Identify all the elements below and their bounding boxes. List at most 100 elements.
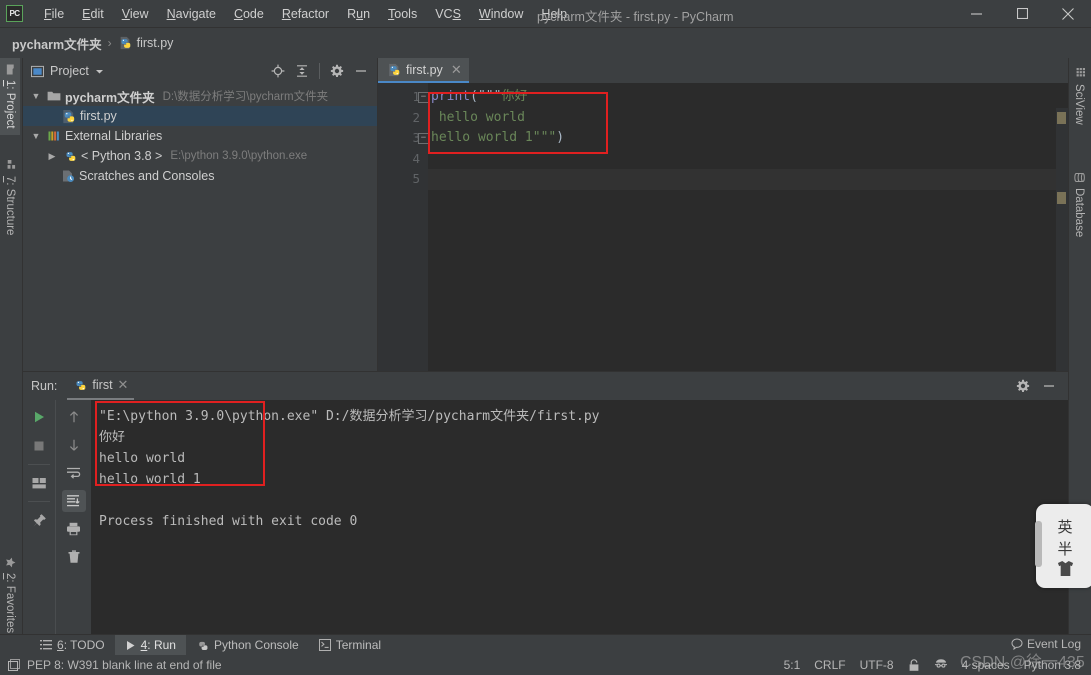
stop-icon[interactable] [27, 435, 51, 457]
tree-row[interactable]: first.py [23, 106, 377, 126]
up-arrow-icon[interactable] [62, 406, 86, 428]
chevron-down-icon[interactable]: ▼ [29, 91, 43, 101]
tree-row[interactable]: ▶ < Python 3.8 > E:\python 3.9.0\python.… [23, 146, 377, 166]
run-console-output[interactable]: "E:\python 3.9.0\python.exe" D:/数据分析学习/p… [91, 400, 1068, 640]
breadcrumb-project[interactable]: pycharm文件夹 [12, 34, 102, 53]
bottom-tab-label: 4: Run [140, 638, 176, 652]
panel-tools-divider [319, 63, 320, 79]
maximize-icon[interactable] [999, 0, 1045, 27]
trash-icon[interactable] [62, 546, 86, 568]
menu-file[interactable]: FFileile [35, 4, 73, 24]
minimize-icon[interactable] [953, 0, 999, 27]
sidebar-label-database: Database [1073, 188, 1085, 238]
menu-code[interactable]: Code [225, 4, 273, 24]
tree-row[interactable]: Scratches and Consoles [23, 166, 377, 186]
menu-view[interactable]: View [113, 4, 158, 24]
run-window-tools [1012, 375, 1068, 397]
sidebar-item-sciview[interactable]: SciView [1069, 62, 1089, 131]
menu-navigate[interactable]: Navigate [158, 4, 225, 24]
bottom-tab-todo[interactable]: 6: TODO [30, 635, 115, 656]
console-line: 你好 [99, 430, 126, 445]
project-panel-header: Project [23, 58, 377, 84]
down-arrow-icon[interactable] [62, 434, 86, 456]
sidebar-item-database[interactable]: Database [1069, 166, 1089, 243]
sidebar-item-favorites[interactable]: 2: Favorites [0, 551, 20, 639]
inspection-icon[interactable] [8, 658, 21, 672]
close-icon[interactable] [1045, 0, 1091, 27]
settings-gear-icon[interactable] [326, 60, 348, 82]
marker-warning[interactable] [1057, 192, 1066, 204]
structure-icon [5, 160, 16, 171]
rerun-icon[interactable] [27, 406, 51, 428]
menu-edit[interactable]: Edit [73, 4, 113, 24]
editor-gutter[interactable]: 1 2 3 4 5 − − [378, 83, 429, 371]
pin-icon[interactable] [27, 509, 51, 531]
ime-width-mode[interactable]: 半 [1057, 538, 1072, 559]
layout-icon[interactable] [27, 472, 51, 494]
shirt-icon[interactable] [1056, 560, 1075, 577]
run-tab-first[interactable]: first ✕ [67, 372, 135, 400]
code-viewport[interactable]: 1 2 3 4 5 − − print("""你好 hello world he… [378, 83, 1068, 396]
tree-sublabel: E:\python 3.9.0\python.exe [170, 150, 308, 162]
soft-wrap-icon[interactable] [62, 462, 86, 484]
pycharm-window: PC FFileile Edit View Navigate Code Refa… [0, 0, 1091, 675]
editor-tab-first-py[interactable]: first.py ✕ [378, 58, 469, 83]
bottom-tab-run[interactable]: 4: Run [114, 634, 186, 656]
chevron-down-icon[interactable] [95, 67, 104, 76]
code-string: hello world 1 [431, 130, 533, 145]
marker-warning[interactable] [1057, 112, 1066, 124]
bottom-tab-terminal[interactable]: Terminal [309, 635, 391, 656]
project-panel-title: Project [50, 64, 89, 78]
menu-vcs[interactable]: VCS [426, 4, 470, 24]
locate-target-icon[interactable] [267, 60, 289, 82]
menu-bar: FFileile Edit View Navigate Code Refacto… [35, 4, 576, 24]
status-message: PEP 8: W391 blank line at end of file [27, 658, 222, 672]
tree-row[interactable]: ▼ External Libraries [23, 126, 377, 146]
line-separator[interactable]: CRLF [814, 658, 845, 672]
hide-panel-icon[interactable] [1038, 375, 1060, 397]
run-window-body: "E:\python 3.9.0\python.exe" D:/数据分析学习/p… [23, 400, 1068, 640]
csdn-watermark: CSDN @徐一435 [960, 654, 1085, 671]
scroll-to-end-icon[interactable] [61, 490, 86, 512]
settings-gear-icon[interactable] [1012, 375, 1034, 397]
menu-tools[interactable]: Tools [379, 4, 426, 24]
console-line: hello world 1 [99, 472, 201, 487]
tree-row[interactable]: ▼ pycharm文件夹 D:\数据分析学习\pycharm文件夹 [23, 86, 377, 106]
hide-panel-icon[interactable] [350, 60, 372, 82]
python-icon [63, 149, 77, 163]
chevron-right-icon[interactable]: ▶ [45, 151, 59, 162]
sciview-grid-icon [1074, 68, 1085, 79]
chevron-down-icon[interactable]: ▼ [29, 131, 43, 141]
file-encoding[interactable]: UTF-8 [860, 658, 894, 672]
sidebar-label-project: 1: Project [4, 80, 16, 129]
code-line-2: hello world [428, 108, 1068, 129]
ime-language-mode[interactable]: 英 [1057, 516, 1072, 537]
close-icon[interactable]: ✕ [451, 62, 462, 78]
window-title: pycharm文件夹 - first.py - PyCharm [537, 10, 734, 24]
hector-inspection-icon[interactable] [934, 658, 948, 672]
close-icon[interactable]: ✕ [118, 377, 129, 393]
menu-window[interactable]: Window [470, 4, 532, 24]
breadcrumb-file[interactable]: first.py [118, 36, 173, 50]
python-file-icon [118, 36, 132, 50]
bottom-tab-python-console[interactable]: Python Console [186, 635, 309, 656]
editor-area: first.py ✕ 1 2 3 4 5 − − print("""你好 hel… [378, 58, 1068, 396]
ime-floating-widget[interactable]: 英 半 [1035, 504, 1091, 588]
lock-icon[interactable] [908, 658, 920, 672]
print-icon[interactable] [62, 518, 86, 540]
code-string: 你好 [501, 89, 528, 104]
collapse-all-icon[interactable] [291, 60, 313, 82]
menu-refactor[interactable]: Refactor [273, 4, 338, 24]
database-icon [1073, 172, 1085, 183]
star-icon [5, 557, 16, 568]
code-text[interactable]: print("""你好 hello world hello world 1"""… [428, 83, 1068, 371]
sidebar-item-structure[interactable]: 7: Structure [0, 154, 20, 241]
caret-position[interactable]: 5:1 [784, 658, 801, 672]
run-tool-window: Run: first ✕ "E:\python 3.9.0\python.exe… [23, 371, 1068, 640]
sidebar-item-project[interactable]: 1: Project [0, 58, 20, 135]
editor-marker-strip[interactable] [1056, 108, 1068, 396]
menu-run[interactable]: Run [338, 4, 379, 24]
ime-drag-handle[interactable] [1035, 521, 1042, 567]
left-tool-strip: 1: Project 7: Structure 2: Favorites [0, 58, 23, 639]
todo-list-icon [40, 639, 52, 651]
